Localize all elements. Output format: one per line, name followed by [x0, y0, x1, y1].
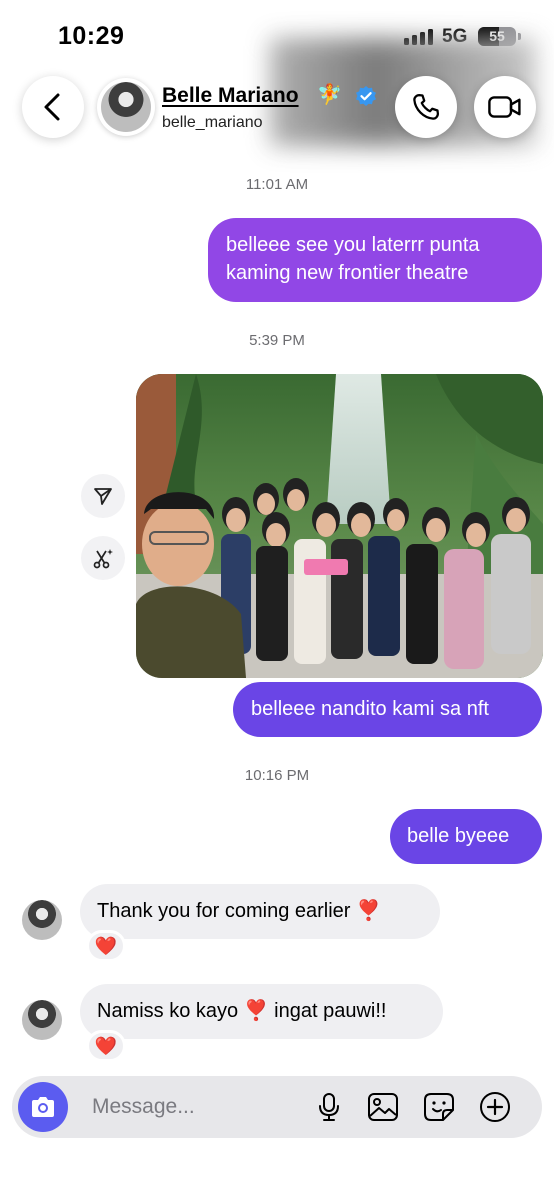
status-time: 10:29: [58, 22, 125, 50]
add-button[interactable]: [478, 1090, 512, 1124]
sparkle-edit-icon: [93, 549, 113, 569]
video-camera-icon: [488, 96, 521, 118]
share-icon: [94, 488, 112, 505]
sticker-icon: [424, 1093, 454, 1121]
incoming-message[interactable]: Namiss ko kayo ❣️ ingat pauwi!!: [80, 984, 443, 1039]
message-input[interactable]: [92, 1092, 302, 1122]
timestamp: 10:16 PM: [244, 767, 310, 784]
audio-call-button[interactable]: [395, 76, 457, 138]
shared-photo[interactable]: [136, 374, 543, 678]
sender-avatar[interactable]: [22, 900, 62, 940]
microphone-button[interactable]: [312, 1090, 346, 1124]
timestamp: 5:39 PM: [249, 332, 305, 349]
heart-reaction[interactable]: ❤️: [86, 1030, 126, 1062]
share-button[interactable]: [81, 474, 125, 518]
back-button[interactable]: [22, 76, 84, 138]
sender-avatar[interactable]: [22, 1000, 62, 1040]
heart-reaction[interactable]: ❤️: [86, 930, 126, 962]
camera-icon: [32, 1097, 54, 1117]
message-text: belleee see you laterrr punta kaming new…: [226, 234, 480, 284]
outgoing-message[interactable]: belle byeee: [390, 809, 542, 864]
incoming-message[interactable]: Thank you for coming earlier ❣️: [80, 884, 440, 939]
camera-button[interactable]: [18, 1082, 68, 1132]
microphone-icon: [319, 1093, 339, 1121]
message-text: belle byeee: [407, 825, 510, 847]
ai-edit-button[interactable]: [81, 536, 125, 580]
profile-avatar[interactable]: [97, 78, 155, 136]
plus-circle-icon: [480, 1092, 510, 1122]
verified-badge-icon: [356, 86, 376, 106]
timestamp: 11:01 AM: [245, 176, 309, 193]
name-emoji: 🧚: [317, 84, 342, 106]
outgoing-message[interactable]: belleee nandito kami sa nft: [233, 682, 542, 737]
back-chevron-icon: [44, 93, 60, 121]
group-photo-image: [136, 374, 543, 678]
gallery-icon: [368, 1093, 398, 1121]
avatar-image: [101, 82, 151, 132]
message-text: Namiss ko kayo ❣️ ingat pauwi!!: [97, 1000, 387, 1022]
contact-name[interactable]: Belle Mariano: [162, 84, 299, 108]
phone-icon: [413, 94, 439, 120]
message-text: belleee nandito kami sa nft: [251, 698, 489, 720]
video-call-button[interactable]: [474, 76, 536, 138]
message-text: Thank you for coming earlier ❣️: [97, 900, 381, 922]
gallery-button[interactable]: [366, 1090, 400, 1124]
sticker-button[interactable]: [422, 1090, 456, 1124]
outgoing-message[interactable]: belleee see you laterrr punta kaming new…: [208, 218, 542, 302]
message-composer: [12, 1076, 542, 1138]
contact-handle: belle_mariano: [162, 114, 263, 131]
